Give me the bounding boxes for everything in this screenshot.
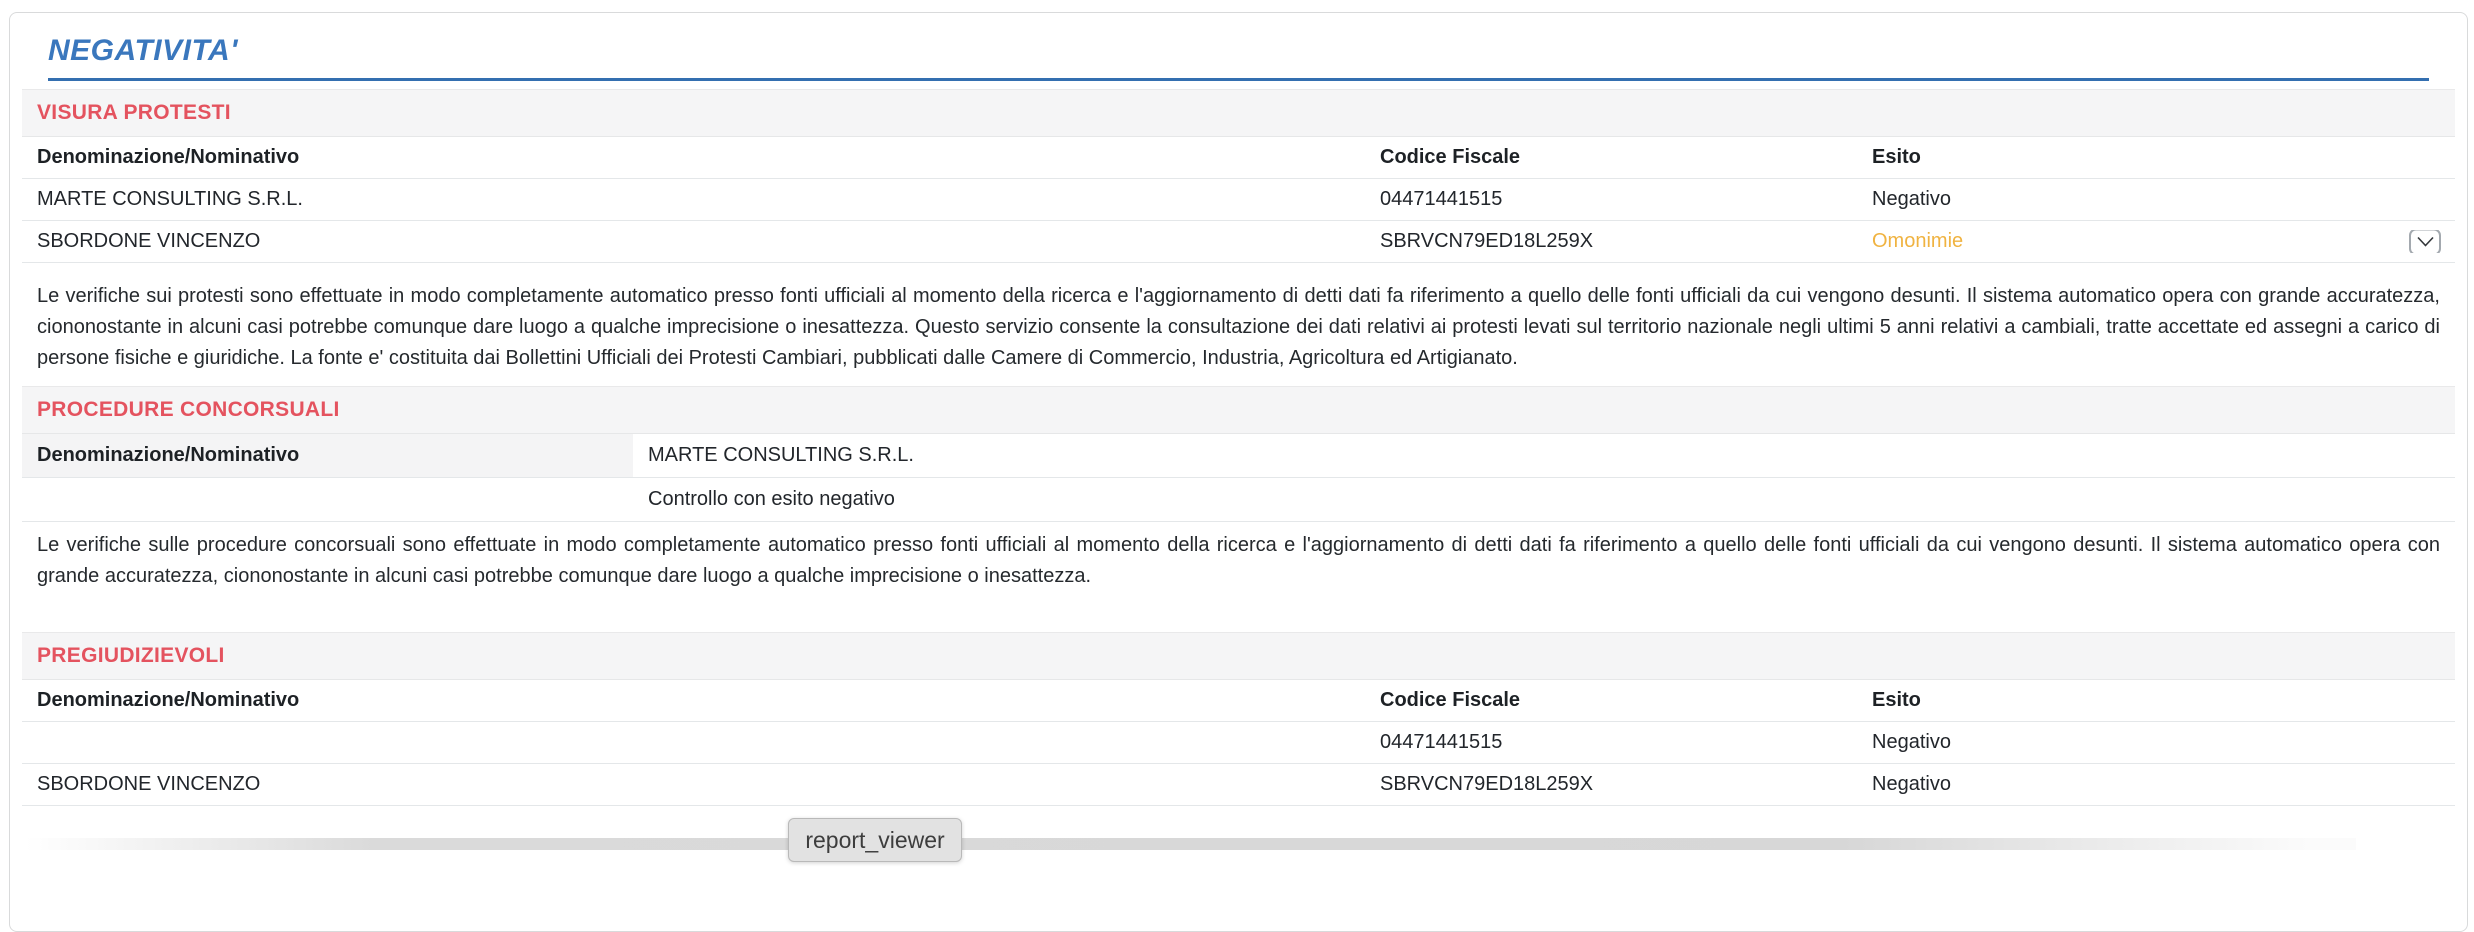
visura-protesti-disclaimer: Le verifiche sui protesti sono effettuat… xyxy=(37,281,2440,374)
cell-nominativo: SBORDONE VINCENZO xyxy=(22,773,1365,796)
procedure-concorsuali-disclaimer: Le verifiche sulle procedure concorsuali… xyxy=(37,530,2440,592)
table-row: Denominazione/Nominativo MARTE CONSULTIN… xyxy=(22,434,2455,478)
cell-codice-fiscale: 04471441515 xyxy=(1365,188,1857,211)
cell-codice-fiscale: SBRVCN79ED18L259X xyxy=(1365,230,1857,253)
empty-cell xyxy=(22,478,633,521)
table-row: SBORDONE VINCENZO SBRVCN79ED18L259X Omon… xyxy=(22,221,2455,263)
cell-nominativo: SBORDONE VINCENZO xyxy=(22,230,1365,253)
title-divider xyxy=(48,78,2429,81)
section-header-visura-protesti: VISURA PROTESTI xyxy=(22,89,2455,137)
status-tooltip-label: report_viewer xyxy=(805,827,944,854)
column-header-codice-fiscale: Codice Fiscale xyxy=(1365,689,1857,712)
column-header-denominazione: Denominazione/Nominativo xyxy=(22,689,1365,712)
table-header-row: Denominazione/Nominativo Codice Fiscale … xyxy=(22,680,2455,722)
report-panel: NEGATIVITA' VISURA PROTESTI Denominazion… xyxy=(9,12,2468,932)
section-header-pregiudizievoli: PREGIUDIZIEVOLI xyxy=(22,632,2455,680)
status-tooltip: report_viewer xyxy=(788,818,962,862)
table-row: 04471441515 Negativo xyxy=(22,722,2455,764)
cell-esito: Omonimie xyxy=(1857,230,2455,253)
table-row: SBORDONE VINCENZO SBRVCN79ED18L259X Nega… xyxy=(22,764,2455,806)
esito-warning-badge: Omonimie xyxy=(1872,230,1963,252)
column-header-esito: Esito xyxy=(1857,689,2455,712)
column-header-denominazione: Denominazione/Nominativo xyxy=(22,146,1365,169)
cell-codice-fiscale: SBRVCN79ED18L259X xyxy=(1365,773,1857,796)
section-header-procedure-concorsuali: PROCEDURE CONCORSUALI xyxy=(22,386,2455,434)
cell-esito: Negativo xyxy=(1857,188,2455,211)
table-header-row: Denominazione/Nominativo Codice Fiscale … xyxy=(22,137,2455,179)
cell-esito-controllo: Controllo con esito negativo xyxy=(633,478,2455,521)
table-row: MARTE CONSULTING S.R.L. 04471441515 Nega… xyxy=(22,179,2455,221)
visura-protesti-table: Denominazione/Nominativo Codice Fiscale … xyxy=(22,137,2455,263)
cell-esito: Negativo xyxy=(1857,731,2455,754)
cell-nominativo: MARTE CONSULTING S.R.L. xyxy=(633,434,2455,477)
table-row: Controllo con esito negativo xyxy=(22,478,2455,522)
page-title: NEGATIVITA' xyxy=(48,33,2429,69)
procedure-concorsuali-table: Denominazione/Nominativo MARTE CONSULTIN… xyxy=(22,434,2455,522)
column-header-codice-fiscale: Codice Fiscale xyxy=(1365,146,1857,169)
chevron-down-icon xyxy=(2417,236,2434,247)
bottom-scroll-band[interactable] xyxy=(26,838,2356,850)
expand-row-button[interactable] xyxy=(2409,230,2441,253)
column-header-esito: Esito xyxy=(1857,146,2455,169)
cell-nominativo: MARTE CONSULTING S.R.L. xyxy=(22,188,1365,211)
cell-esito: Negativo xyxy=(1857,773,2455,796)
pregiudizievoli-table: Denominazione/Nominativo Codice Fiscale … xyxy=(22,680,2455,806)
cell-codice-fiscale: 04471441515 xyxy=(1365,731,1857,754)
row-label-denominazione: Denominazione/Nominativo xyxy=(22,434,633,477)
